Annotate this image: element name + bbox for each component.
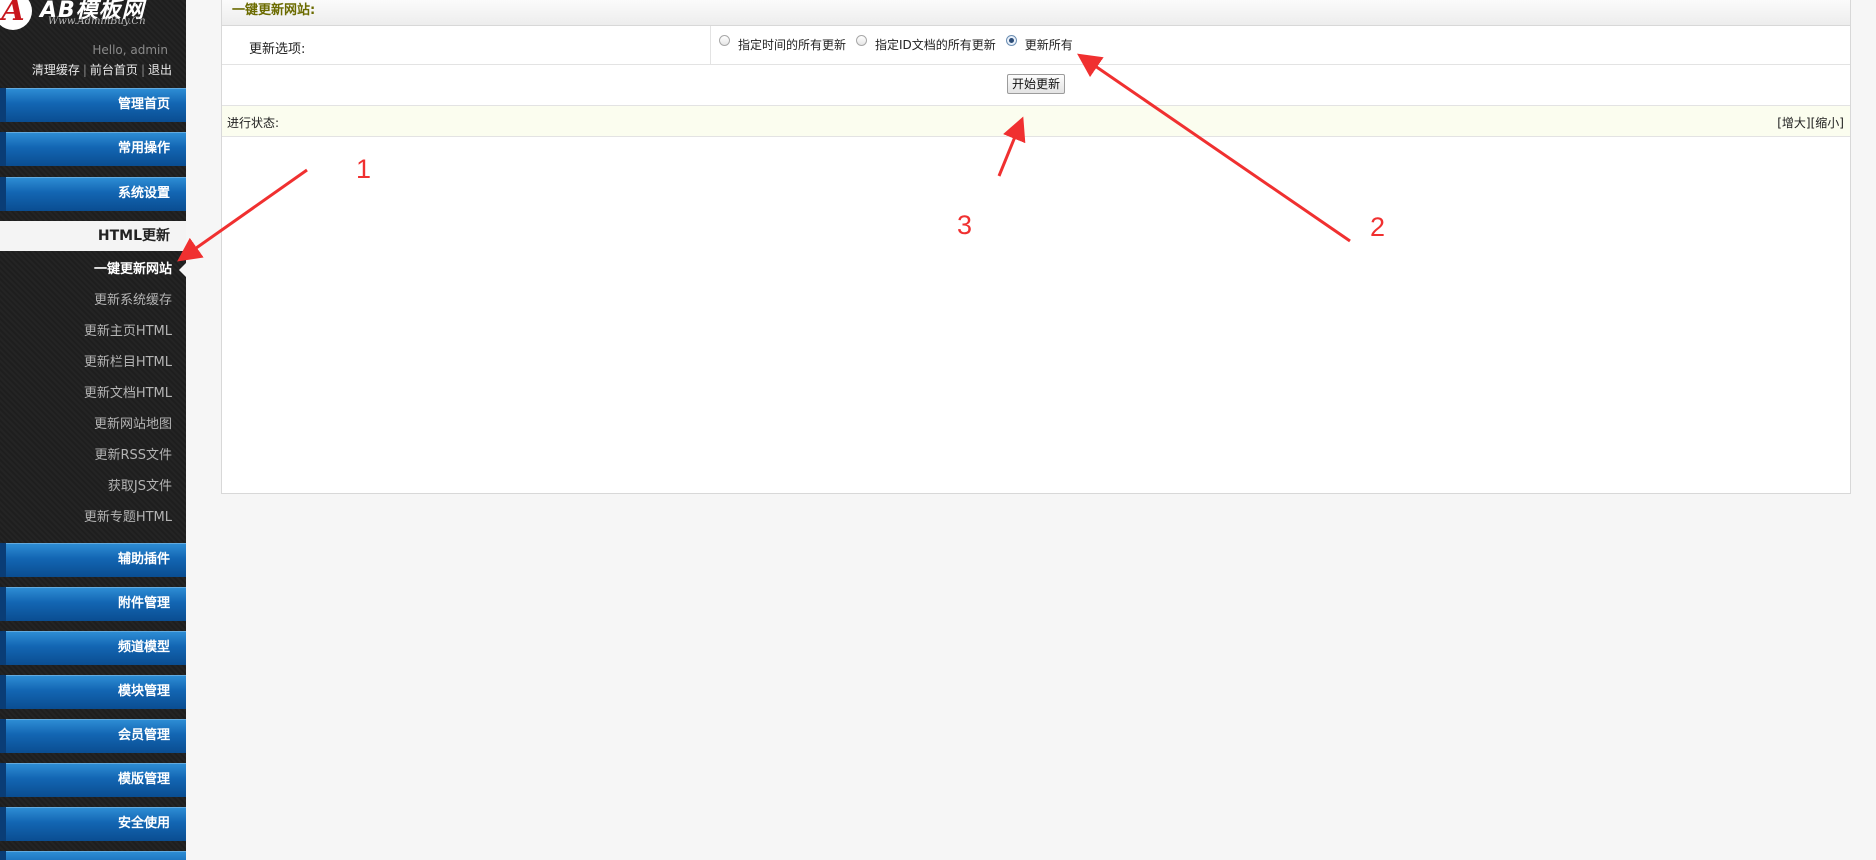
sidebar: A AB模板网 Www.AdminBuy.Cn Hello, admin 清理缓… [0, 0, 186, 860]
nav-members[interactable]: 会员管理 [0, 719, 186, 753]
option-text: 指定ID文档的所有更新 [875, 38, 996, 52]
zoom-in-link[interactable]: [增大] [1777, 116, 1810, 130]
radio-by-id[interactable] [856, 35, 868, 46]
option-by-time[interactable]: 指定时间的所有更新 [719, 32, 846, 52]
sub-item-get-js[interactable]: 获取JS文件 [0, 474, 186, 500]
quick-links: 清理缓存 | 前台首页 | 退出 [31, 63, 172, 77]
annotation-label-1: 1 [356, 154, 372, 184]
start-update-button[interactable]: 开始更新 [1007, 74, 1066, 94]
nav-system-settings[interactable]: 系统设置 [0, 177, 186, 211]
sub-item-update-docs[interactable]: 更新文档HTML [0, 381, 186, 407]
logo-subtitle: Www.AdminBuy.Cn [48, 16, 146, 27]
button-row: 开始更新 [222, 65, 1850, 106]
sub-item-update-home[interactable]: 更新主页HTML [0, 319, 186, 345]
options-row: 更新选项: 指定时间的所有更新 指定ID文档的所有更新 更新所有 [222, 26, 1850, 65]
annotation-label-2: 2 [1370, 212, 1386, 242]
main-panel: 一键更新网站: 更新选项: 指定时间的所有更新 指定ID文档的所有更新 更新所有… [221, 0, 1851, 494]
sub-item-update-column[interactable]: 更新栏目HTML [0, 350, 186, 376]
sub-item-update-rss[interactable]: 更新RSS文件 [0, 443, 186, 469]
radio-update-all[interactable] [1005, 35, 1017, 46]
sub-item-update-topics[interactable]: 更新专题HTML [0, 505, 186, 531]
option-update-all[interactable]: 更新所有 [1005, 32, 1073, 52]
divider [710, 26, 711, 64]
zoom-controls: [增大][缩小] [1777, 114, 1844, 131]
sub-item-update-cache[interactable]: 更新系统缓存 [0, 288, 186, 314]
option-text: 更新所有 [1024, 38, 1073, 52]
status-label: 进行状态: [227, 116, 280, 130]
sub-item-label: 一键更新网站 [93, 262, 172, 277]
front-home-link[interactable]: 前台首页 [90, 63, 138, 77]
option-by-id[interactable]: 指定ID文档的所有更新 [856, 32, 996, 52]
annotation-label-3: 3 [957, 210, 973, 240]
logo: A AB模板网 Www.AdminBuy.Cn [0, 0, 186, 36]
nav-channel-model[interactable]: 频道模型 [0, 631, 186, 665]
page-title: 一键更新网站: [222, 0, 1850, 26]
option-text: 指定时间的所有更新 [738, 38, 847, 52]
nav-modules[interactable]: 模块管理 [0, 675, 186, 709]
option-label: 更新选项: [249, 42, 306, 57]
greeting: Hello, admin [92, 43, 168, 57]
nav-plugins[interactable]: 辅助插件 [0, 543, 186, 577]
sub-item-update-sitemap[interactable]: 更新网站地图 [0, 412, 186, 438]
status-log [222, 137, 1850, 493]
radio-by-time[interactable] [719, 35, 730, 46]
update-options: 指定时间的所有更新 指定ID文档的所有更新 更新所有 [719, 32, 1083, 52]
active-caret-icon [179, 263, 186, 277]
nav-common-ops[interactable]: 常用操作 [0, 132, 186, 166]
zoom-out-link[interactable]: [缩小] [1811, 116, 1844, 130]
sub-item-one-click-update[interactable]: 一键更新网站 [0, 257, 186, 283]
status-bar: 进行状态: [增大][缩小] [222, 106, 1850, 137]
logo-badge-icon: A [0, 0, 32, 30]
section-html-update[interactable]: HTML更新 [0, 221, 186, 251]
nav-attachments[interactable]: 附件管理 [0, 587, 186, 621]
nav-security[interactable]: 安全使用 [0, 807, 186, 841]
logout-link[interactable]: 退出 [148, 63, 172, 77]
nav-templates[interactable]: 模版管理 [0, 763, 186, 797]
clear-cache-link[interactable]: 清理缓存 [32, 63, 80, 77]
nav-more[interactable] [0, 851, 186, 860]
nav-admin-home[interactable]: 管理首页 [0, 88, 186, 122]
